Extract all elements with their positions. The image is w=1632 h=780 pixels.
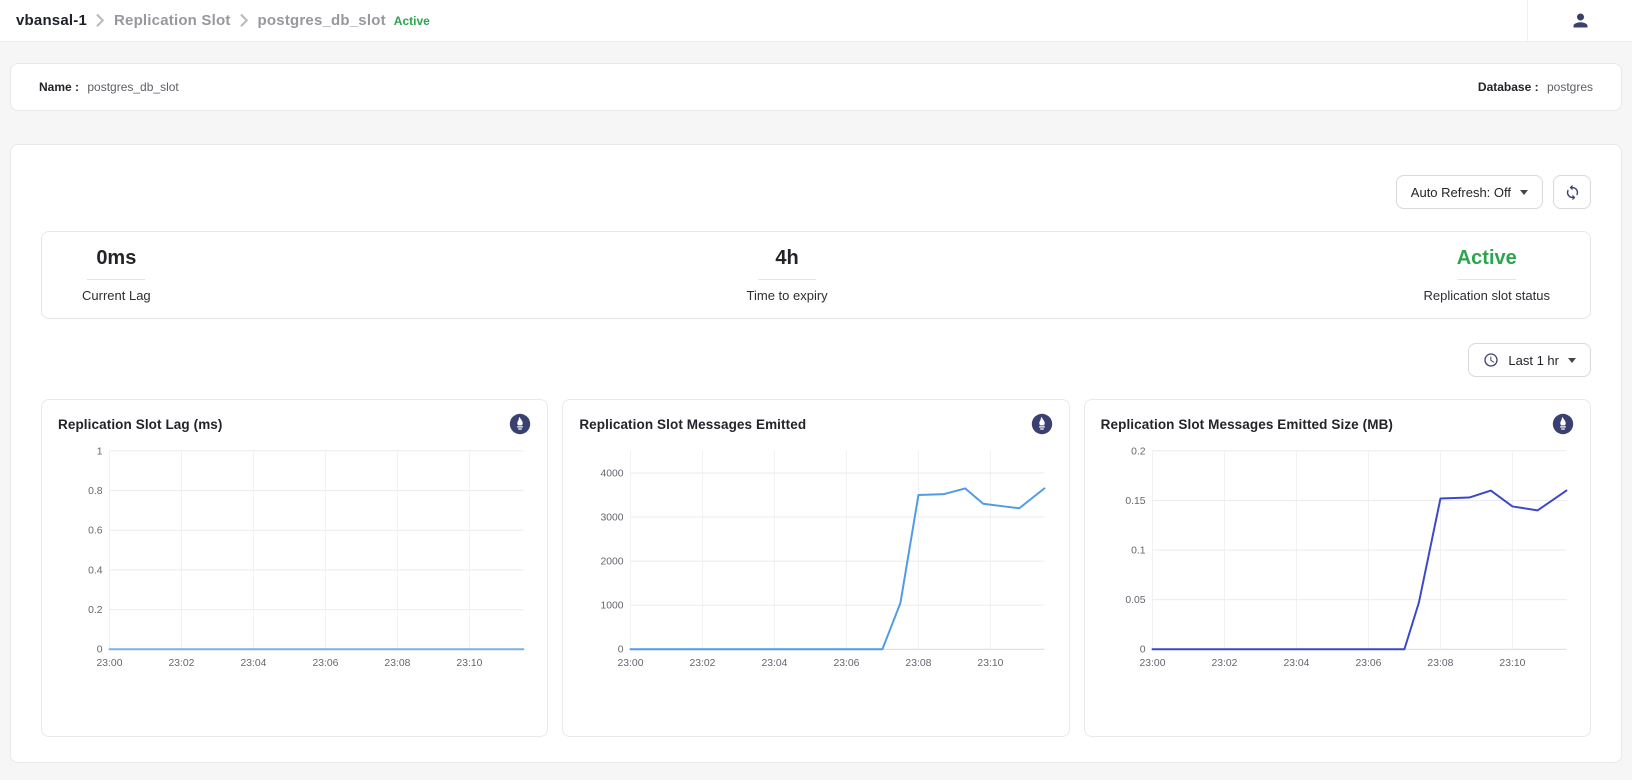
person-icon: [1570, 10, 1591, 31]
stat-time-to-expiry: 4h Time to expiry: [747, 247, 828, 303]
stat-value: 0ms: [82, 247, 151, 270]
svg-text:2000: 2000: [601, 557, 624, 568]
stat-current-lag: 0ms Current Lag: [82, 247, 151, 303]
time-range-toolbar: Last 1 hr: [41, 343, 1591, 377]
database-label: Database :: [1478, 80, 1539, 94]
svg-text:3000: 3000: [601, 512, 624, 523]
stat-value: 4h: [747, 247, 828, 270]
svg-text:4000: 4000: [601, 468, 624, 479]
svg-text:0: 0: [1139, 645, 1145, 656]
messages-emitted-chart: 23:00 23:02 23:04 23:06 23:08 23:10 0 1000 2000 3…: [579, 441, 1052, 679]
svg-text:23:06: 23:06: [1355, 658, 1381, 669]
stat-divider: [758, 279, 816, 280]
refresh-icon: [1564, 184, 1581, 201]
caret-down-icon: [1520, 190, 1528, 195]
prometheus-link-icon[interactable]: [509, 413, 531, 435]
charts-row: Replication Slot Lag (ms) 23:0023:0223:0…: [41, 399, 1591, 737]
svg-text:0.6: 0.6: [88, 526, 103, 537]
chart-title: Replication Slot Messages Emitted: [579, 417, 806, 432]
slot-name-field: Name : postgres_db_slot: [39, 80, 179, 94]
stat-label: Time to expiry: [747, 288, 828, 303]
auto-refresh-label: Auto Refresh: Off: [1411, 185, 1511, 200]
chart-title: Replication Slot Lag (ms): [58, 417, 223, 432]
svg-text:23:06: 23:06: [834, 658, 860, 669]
chart-card-messages-emitted-size: Replication Slot Messages Emitted Size (…: [1084, 399, 1591, 737]
svg-text:0.8: 0.8: [88, 486, 103, 497]
svg-text:23:00: 23:00: [1139, 658, 1165, 669]
svg-text:23:02: 23:02: [1211, 658, 1237, 669]
breadcrumb-universe[interactable]: vbansal-1: [16, 12, 87, 29]
breadcrumb-slot-name: postgres_db_slot: [258, 12, 386, 29]
svg-text:23:10: 23:10: [978, 658, 1004, 669]
metrics-panel: Auto Refresh: Off 0ms Current Lag 4h Tim…: [10, 144, 1622, 763]
svg-text:23:02: 23:02: [168, 658, 194, 669]
svg-text:23:02: 23:02: [690, 658, 716, 669]
svg-text:23:08: 23:08: [906, 658, 932, 669]
svg-text:23:08: 23:08: [1427, 658, 1453, 669]
name-label: Name :: [39, 80, 79, 94]
breadcrumb: vbansal-1 Replication Slot postgres_db_s…: [16, 12, 430, 29]
replication-slot-lag-chart: 23:00 23:02 23:04 23:06 23:08 23:10 0 0.2 0.4 0.6…: [58, 441, 531, 679]
svg-text:0.4: 0.4: [88, 565, 103, 576]
chevron-right-icon: [96, 14, 105, 27]
refresh-toolbar: Auto Refresh: Off: [41, 175, 1591, 209]
chevron-right-icon: [240, 14, 249, 27]
auto-refresh-dropdown[interactable]: Auto Refresh: Off: [1396, 175, 1543, 209]
svg-text:23:10: 23:10: [456, 658, 482, 669]
svg-text:1: 1: [97, 446, 103, 457]
svg-text:23:10: 23:10: [1499, 658, 1525, 669]
svg-text:23:00: 23:00: [96, 658, 122, 669]
prometheus-link-icon[interactable]: [1031, 413, 1053, 435]
name-value: postgres_db_slot: [87, 80, 178, 94]
svg-text:1000: 1000: [601, 601, 624, 612]
chart-title: Replication Slot Messages Emitted Size (…: [1101, 417, 1393, 432]
chart-card-messages-emitted: Replication Slot Messages Emitted 23:002…: [562, 399, 1069, 737]
chart-card-slot-lag: Replication Slot Lag (ms) 23:0023:0223:0…: [41, 399, 548, 737]
stat-divider: [1458, 279, 1516, 280]
database-value: postgres: [1547, 80, 1593, 94]
svg-text:23:00: 23:00: [618, 658, 644, 669]
time-range-dropdown[interactable]: Last 1 hr: [1468, 343, 1591, 377]
svg-text:23:04: 23:04: [240, 658, 266, 669]
caret-down-icon: [1568, 358, 1576, 363]
slot-database-field: Database : postgres: [1478, 80, 1593, 94]
slot-info-card: Name : postgres_db_slot Database : postg…: [10, 63, 1622, 111]
user-menu-button[interactable]: [1528, 10, 1632, 31]
svg-text:23:08: 23:08: [384, 658, 410, 669]
summary-stats-panel: 0ms Current Lag 4h Time to expiry Active…: [41, 231, 1591, 319]
svg-text:23:04: 23:04: [1283, 658, 1309, 669]
svg-text:0.2: 0.2: [88, 605, 103, 616]
breadcrumb-section[interactable]: Replication Slot: [114, 12, 231, 29]
svg-text:0.15: 0.15: [1125, 496, 1145, 507]
svg-text:0.05: 0.05: [1125, 595, 1145, 606]
messages-emitted-size-chart: 23:00 23:02 23:04 23:06 23:08 23:10 0 0.05 0.1 0.…: [1101, 441, 1574, 679]
svg-text:0: 0: [618, 645, 624, 656]
top-navigation-bar: vbansal-1 Replication Slot postgres_db_s…: [0, 0, 1632, 42]
stat-value: Active: [1424, 247, 1550, 270]
stat-divider: [87, 279, 145, 280]
prometheus-link-icon[interactable]: [1552, 413, 1574, 435]
refresh-button[interactable]: [1553, 175, 1591, 209]
slot-status-badge: Active: [394, 14, 430, 28]
svg-text:0.1: 0.1: [1131, 546, 1146, 557]
clock-icon: [1483, 352, 1499, 368]
svg-text:0: 0: [97, 645, 103, 656]
stat-label: Current Lag: [82, 288, 151, 303]
stat-label: Replication slot status: [1424, 288, 1550, 303]
svg-text:23:06: 23:06: [312, 658, 338, 669]
svg-text:0.2: 0.2: [1131, 446, 1146, 457]
svg-text:23:04: 23:04: [762, 658, 788, 669]
time-range-label: Last 1 hr: [1508, 353, 1559, 368]
stat-slot-status: Active Replication slot status: [1424, 247, 1550, 303]
